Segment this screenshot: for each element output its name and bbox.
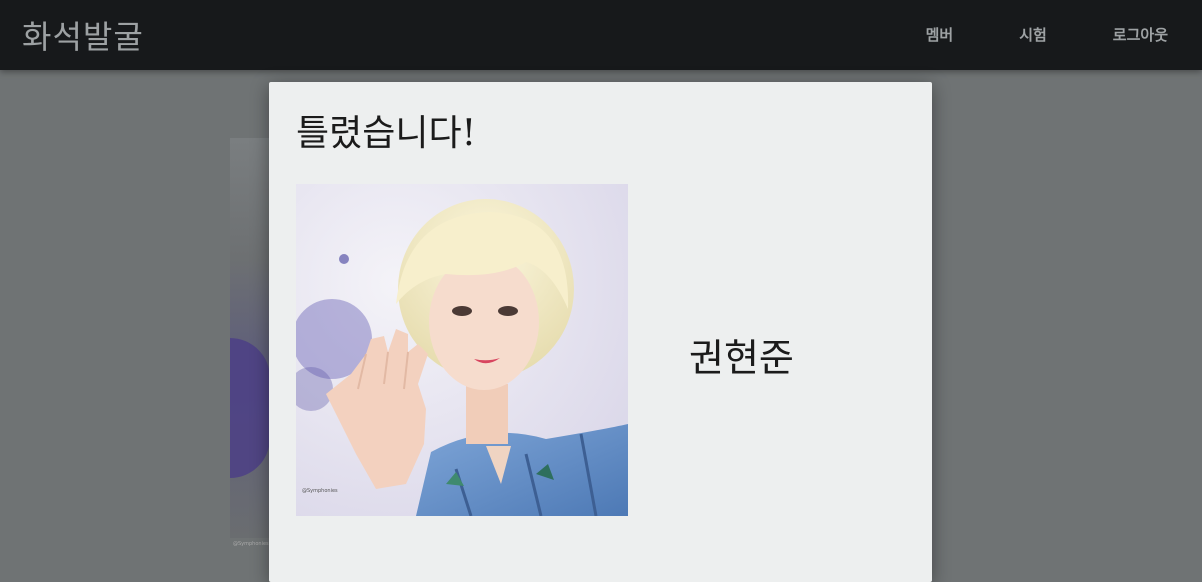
nav-link-members[interactable]: 멤버 xyxy=(926,24,954,45)
nav-link-logout[interactable]: 로그아웃 xyxy=(1113,24,1168,45)
background-photo-shape xyxy=(230,338,270,478)
answer-member-name: 권현준 xyxy=(689,336,794,380)
nav-link-exam[interactable]: 시험 xyxy=(1019,24,1047,45)
nav-links: 멤버 시험 로그아웃 xyxy=(926,24,1168,45)
member-photo-watermark: @Symphonies xyxy=(302,488,338,494)
modal-title: 틀렸습니다! xyxy=(296,113,477,154)
member-portrait-image xyxy=(296,184,628,516)
top-navbar: 화석발굴 멤버 시험 로그아웃 xyxy=(0,0,1202,70)
member-photo: @Symphonies xyxy=(296,184,628,516)
result-modal: 틀렸습니다! @Symphonies 권현준 xyxy=(269,82,932,582)
brand-logo[interactable]: 화석발굴 xyxy=(22,12,144,58)
background-photo-caption: @Symphonies xyxy=(233,541,269,547)
